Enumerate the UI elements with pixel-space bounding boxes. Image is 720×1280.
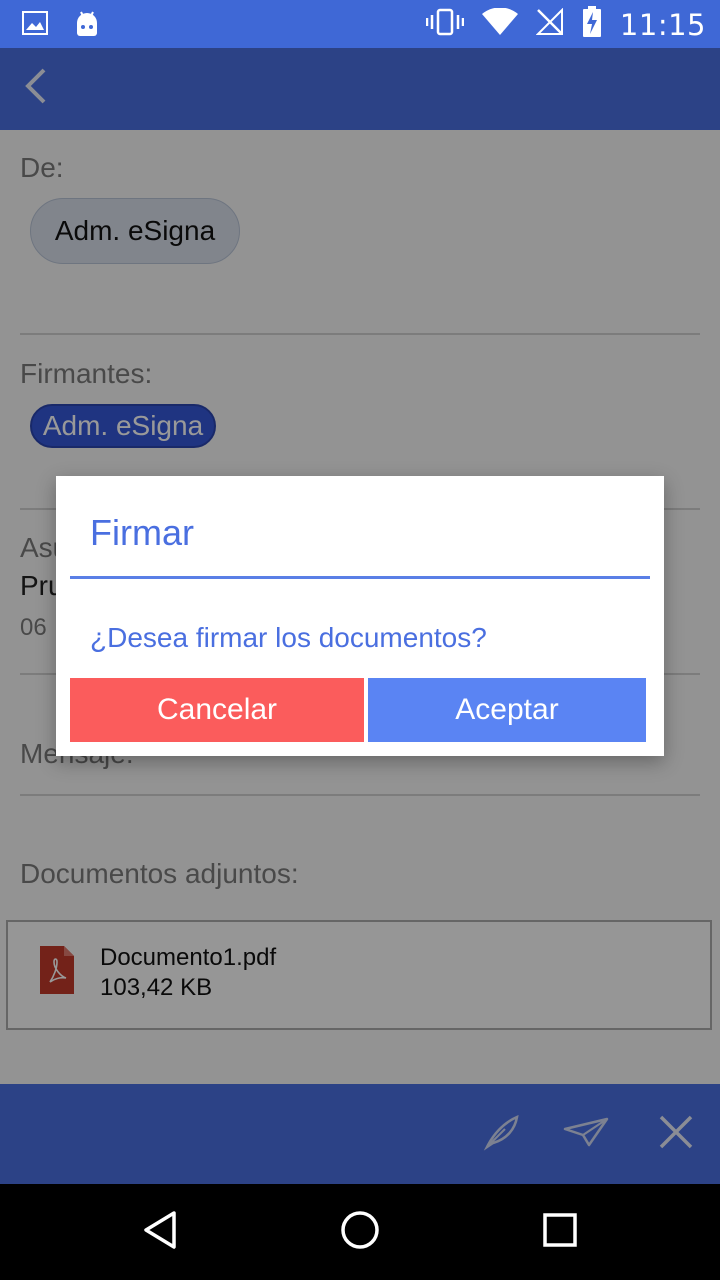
square-recents-icon <box>542 1212 578 1253</box>
wifi-icon <box>481 7 518 41</box>
image-notification-icon <box>22 11 48 40</box>
dialog-title: Firmar <box>90 512 194 553</box>
nav-home-button[interactable] <box>334 1206 386 1258</box>
battery-charging-icon <box>582 6 602 43</box>
vibrate-icon <box>425 7 465 42</box>
circle-home-icon <box>340 1210 380 1255</box>
clock: 11:15 <box>619 7 706 42</box>
nav-back-button[interactable] <box>134 1206 186 1258</box>
navigation-bar <box>0 1184 720 1280</box>
cancel-button[interactable]: Cancelar <box>70 678 364 742</box>
nav-recents-button[interactable] <box>534 1206 586 1258</box>
android-icon <box>74 9 100 42</box>
no-signal-icon <box>535 7 564 41</box>
dialog-message: ¿Desea firmar los documentos? <box>90 622 487 653</box>
dialog-divider <box>70 576 650 579</box>
triangle-back-icon <box>142 1210 178 1255</box>
status-bar: 11:15 <box>0 0 720 48</box>
sign-dialog: Firmar ¿Desea firmar los documentos? Can… <box>56 476 664 756</box>
accept-button[interactable]: Aceptar <box>368 678 646 742</box>
